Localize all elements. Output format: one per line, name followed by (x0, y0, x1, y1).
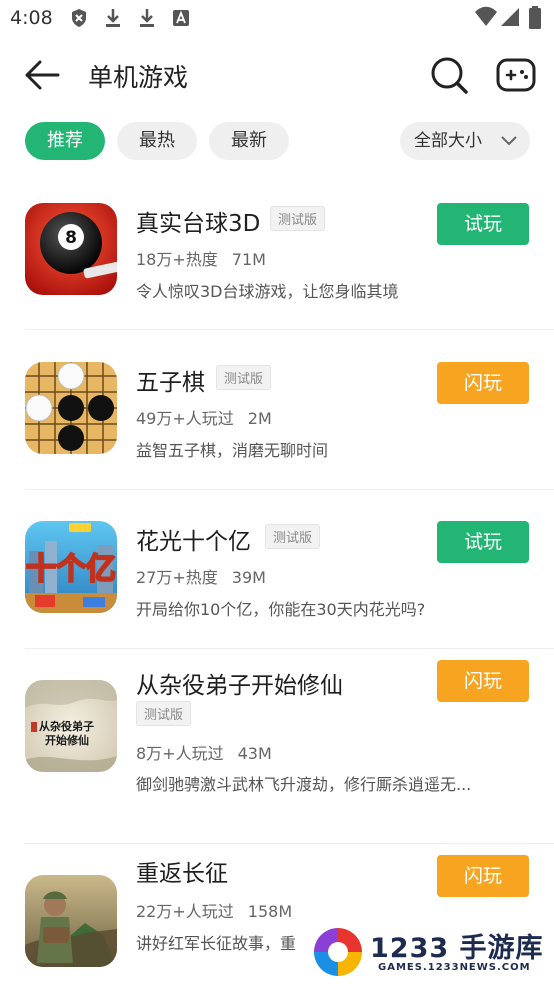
status-time: 4:08 (10, 7, 53, 29)
file-size: 39M (231, 568, 266, 587)
shield-icon (72, 9, 86, 27)
file-size: 71M (231, 250, 266, 269)
gamepad-icon (496, 58, 536, 92)
file-size: 2M (247, 409, 272, 428)
money-city-icon: 十个亿 (25, 521, 117, 613)
game-stats: 22万+人玩过 158M (136, 898, 292, 922)
site-logo-icon (314, 928, 362, 976)
game-description: 益智五子棋，消磨无聊时间 (136, 441, 329, 460)
flash-play-button[interactable]: 闪玩 (437, 855, 529, 897)
svg-text:十个亿: 十个亿 (26, 552, 116, 587)
beta-badge: 测试版 (216, 365, 272, 390)
font-icon (173, 10, 189, 26)
game-description: 开局给你10个亿，你能在30天内花光吗? (136, 600, 426, 619)
popularity: 18万+热度 (136, 250, 218, 269)
download-icon (140, 9, 154, 27)
game-name: 五子棋 (136, 370, 205, 396)
try-play-button[interactable]: 试玩 (437, 203, 529, 245)
list-item[interactable]: 十个亿 花光十个亿 测试版 27万+热度 39M 开局给你10个亿，你能在30天内… (0, 490, 554, 649)
size-filter-label: 全部大小 (414, 131, 482, 151)
tab-hottest[interactable]: 最热 (117, 122, 197, 160)
page-title: 单机游戏 (88, 63, 189, 92)
divider (25, 329, 554, 330)
watermark-subtext: GAMES.1233NEWS.COM (378, 962, 531, 973)
chevron-down-icon (501, 136, 517, 146)
game-name: 花光十个亿 (136, 529, 251, 555)
search-icon (431, 57, 468, 94)
game-center-button[interactable] (494, 54, 538, 96)
tab-newest[interactable]: 最新 (209, 122, 289, 160)
file-size: 158M (247, 902, 293, 921)
game-stats: 8万+人玩过 43M (136, 740, 272, 764)
back-button[interactable] (20, 56, 64, 94)
game-stats: 27万+热度 39M (136, 564, 266, 588)
flash-play-button[interactable]: 闪玩 (437, 362, 529, 404)
status-bar: 4:08 (0, 0, 554, 38)
watermark-text: 1233 手游库 (370, 933, 544, 964)
game-name: 真实台球3D (136, 211, 261, 237)
file-size: 43M (237, 744, 272, 763)
game-stats: 49万+人玩过 2M (136, 405, 272, 429)
beta-badge: 测试版 (136, 701, 192, 726)
download-icon (106, 9, 120, 27)
billiard-8-ball-icon: 8 (25, 203, 117, 295)
app-bar: 单机游戏 (0, 46, 554, 104)
svg-text:8: 8 (65, 228, 77, 248)
filter-tabs: 推荐 最热 最新 全部大小 (0, 122, 554, 162)
game-description: 令人惊叹3D台球游戏，让您身临其境 (136, 282, 399, 301)
game-name: 从杂役弟子开始修仙 (136, 673, 343, 699)
game-stats: 18万+热度 71M (136, 246, 266, 270)
search-button[interactable] (428, 54, 470, 96)
watermark: 1233 手游库 GAMES.1233NEWS.COM (304, 918, 554, 984)
play-count: 8万+人玩过 (136, 744, 224, 763)
icon-text-line2: 开始修仙 (45, 734, 89, 747)
list-item[interactable]: 8 真实台球3D 测试版 18万+热度 71M 令人惊叹3D台球游戏，让您身临其境… (0, 180, 554, 330)
game-description: 御剑驰骋激斗武林飞升渡劫，修行厮杀逍遥无... (136, 775, 472, 794)
popularity: 27万+热度 (136, 568, 218, 587)
play-count: 49万+人玩过 (136, 409, 234, 428)
calligraphy-scroll-icon: 从杂役弟子 开始修仙 (25, 680, 117, 772)
flash-play-button[interactable]: 闪玩 (437, 660, 529, 702)
play-count: 22万+人玩过 (136, 902, 234, 921)
signal-icon (501, 8, 519, 26)
beta-badge: 测试版 (265, 524, 321, 549)
wifi-icon (475, 6, 497, 26)
list-item[interactable]: 从杂役弟子 开始修仙 从杂役弟子开始修仙 测试版 8万+人玩过 43M 御剑驰骋激… (0, 649, 554, 844)
tab-recommended[interactable]: 推荐 (25, 122, 105, 160)
size-filter-dropdown[interactable]: 全部大小 (400, 122, 530, 160)
arrow-left-icon (25, 60, 60, 90)
beta-badge: 测试版 (270, 206, 326, 231)
battery-icon (529, 6, 541, 29)
soldier-icon (25, 875, 117, 967)
icon-text-line1: 从杂役弟子 (39, 720, 94, 733)
gomoku-board-icon (25, 362, 117, 454)
game-name: 重返长征 (136, 861, 228, 887)
try-play-button[interactable]: 试玩 (437, 521, 529, 563)
list-item[interactable]: 五子棋 测试版 49万+人玩过 2M 益智五子棋，消磨无聊时间 闪玩 (0, 331, 554, 490)
